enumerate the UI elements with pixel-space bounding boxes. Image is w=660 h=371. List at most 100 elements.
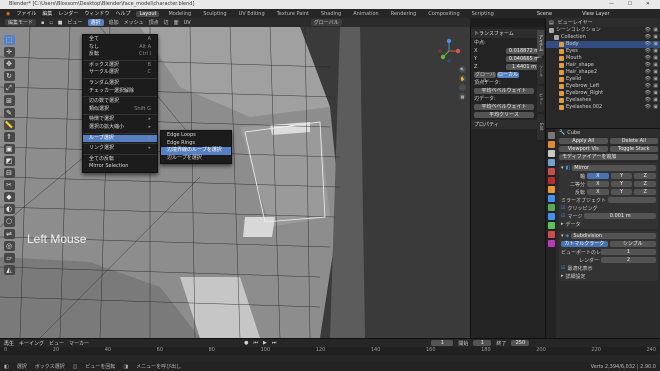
expand-icon[interactable]: ▾ [561,165,564,171]
render-camera-icon[interactable]: ▣ [653,97,658,104]
physics-props-icon[interactable] [547,213,555,220]
tab-modeling[interactable]: Modeling [165,11,194,17]
navigation-gizmo[interactable] [436,38,462,64]
bisect-z-toggle[interactable]: Z [634,181,657,187]
face-select-icon[interactable]: ■ [58,20,63,26]
menu-file[interactable]: ファイル [16,10,36,17]
scale-icon[interactable]: ⤢ [3,83,15,94]
edge-select-icon[interactable]: ▫ [49,20,52,26]
vp-menu-vertex[interactable]: 頂点 [149,19,159,26]
outliner-item[interactable]: Mouth 👁 ▣ [546,55,660,62]
output-props-icon[interactable] [547,150,555,157]
view-layer-props-icon[interactable] [547,159,555,166]
data-props-icon[interactable] [547,231,555,238]
visibility-eye-icon[interactable]: 👁 [645,41,651,48]
mirror-name-field[interactable]: Mirror [572,165,656,171]
cursor-icon[interactable]: ✛ [3,47,15,58]
render-camera-icon[interactable]: ▣ [653,62,658,69]
blender-logo-icon[interactable]: ◉ [6,11,10,17]
tab-uv-editing[interactable]: UV Editing [236,11,268,17]
render-camera-icon[interactable]: ▣ [653,48,658,55]
measure-icon[interactable]: 📏 [3,119,15,130]
outliner-item[interactable]: Collection 👁 ▣ [546,34,660,41]
timeline-ruler[interactable]: 0 20 40 60 80 100 120 140 160 180 200 220 240 [0,347,660,355]
bisect-x-toggle[interactable]: X [587,181,609,187]
loop-menu-item[interactable]: Edge Loops [161,132,231,140]
menu-edit[interactable]: 編集 [42,10,52,17]
view-layer-selector[interactable]: View Layer [582,11,609,17]
flip-z-toggle[interactable]: Z [634,189,657,195]
vp-menu-select[interactable]: 選択 [87,19,104,26]
menu-window[interactable]: ウィンドウ [84,10,109,17]
vp-menu-mesh[interactable]: メッシュ [124,19,144,26]
object-props-icon[interactable] [547,186,555,193]
pan-icon[interactable]: ✋ [459,75,466,82]
select-menu-item[interactable]: チェッカー選択解除 [83,88,157,96]
start-frame-field[interactable]: 1 [473,340,492,346]
rip-icon[interactable]: ◭ [3,264,15,275]
tab-edit[interactable]: Edit [537,114,544,140]
properties-panel-header[interactable]: プロパティ [471,120,545,129]
vp-menu-add[interactable]: 追加 [109,19,119,26]
select-box-icon[interactable]: ⬚ [3,35,15,46]
vertex-bevel-field[interactable]: 平均ベベルウェイト [474,87,534,94]
tab-scripting[interactable]: Scripting [469,11,497,17]
render-camera-icon[interactable]: ▣ [653,27,658,34]
zoom-icon[interactable]: 🔍 [459,66,466,73]
tab-compositing[interactable]: Compositing [425,11,462,17]
3d-viewport[interactable] [0,27,470,338]
particles-props-icon[interactable] [547,204,555,211]
select-menu-item[interactable]: サークル選択 C [83,69,157,77]
select-menu-item[interactable]: 反転 Ctrl I [83,51,157,59]
visibility-eye-icon[interactable]: 👁 [645,76,651,83]
visibility-eye-icon[interactable]: 👁 [645,55,651,62]
render-camera-icon[interactable]: ▣ [653,83,658,90]
select-menu-item[interactable]: リンク選択 ▸ [83,145,157,153]
shear-icon[interactable]: ▱ [3,252,15,263]
select-menu-item[interactable]: 選択の拡大縮小 ▸ [83,124,157,132]
outliner-filter-icon[interactable]: ▤ [549,20,554,26]
transform-orientation[interactable]: グローバル [310,19,342,26]
tab-sculpting[interactable]: Sculpting [200,11,229,17]
tab-animation[interactable]: Animation [350,11,382,17]
tab-tool[interactable]: ツール [537,58,544,84]
jump-start-icon[interactable]: ⏮ [253,340,258,346]
end-frame-field[interactable]: 250 [511,340,530,346]
visibility-eye-icon[interactable]: 👁 [645,62,651,69]
select-menu-item[interactable]: 特徴で選択 ▸ [83,116,157,124]
extrude-icon[interactable]: ⇑ [3,131,15,142]
select-menu-item[interactable]: 全て A [83,36,157,44]
move-icon[interactable]: ✥ [3,59,15,70]
outliner-item[interactable]: Eyelashes.002 👁 ▣ [546,104,660,111]
merge-distance-field[interactable]: 0.001 m [584,213,656,219]
tab-texture-paint[interactable]: Texture Paint [274,11,312,17]
flip-y-toggle[interactable]: Y [610,189,633,195]
render-camera-icon[interactable]: ▣ [653,55,658,62]
tl-menu-playback[interactable]: 再生 [4,340,14,347]
render-camera-icon[interactable]: ▣ [653,34,658,41]
outliner-item[interactable]: Eyes 👁 ▣ [546,48,660,55]
play-icon[interactable]: ▶ [263,340,267,346]
clipping-checkbox[interactable]: ☑ [561,205,565,211]
camera-icon[interactable]: 🎥 [459,84,466,91]
mirror-object-field[interactable] [608,197,656,203]
crease-field[interactable]: 平均クリース [474,111,534,118]
tab-item[interactable]: アイテム [537,30,544,56]
select-menu-item[interactable]: 辺の数で選択 [83,98,157,106]
select-menu-item[interactable]: 全ての反転 [83,156,157,164]
outliner-item[interactable]: Eyebrow_Right 👁 ▣ [546,90,660,97]
optimal-checkbox[interactable]: ☑ [561,265,565,271]
current-frame-field[interactable]: 1 [431,340,454,346]
edge-slide-icon[interactable]: ⇌ [3,228,15,239]
axis-z-toggle[interactable]: Z [634,173,657,179]
render-camera-icon[interactable]: ▣ [653,41,658,48]
tl-menu-view[interactable]: ビュー [49,340,64,347]
record-icon[interactable]: ● [244,340,248,346]
render-camera-icon[interactable]: ▣ [653,90,658,97]
select-menu-item[interactable]: Mirror Selection [83,163,157,171]
render-camera-icon[interactable]: ▣ [653,69,658,76]
visibility-eye-icon[interactable]: 👁 [645,104,651,111]
visibility-eye-icon[interactable]: 👁 [645,27,651,34]
loop-menu-item[interactable]: 辺ループを選択 [161,155,231,163]
tl-menu-marker[interactable]: マーカー [69,340,89,347]
